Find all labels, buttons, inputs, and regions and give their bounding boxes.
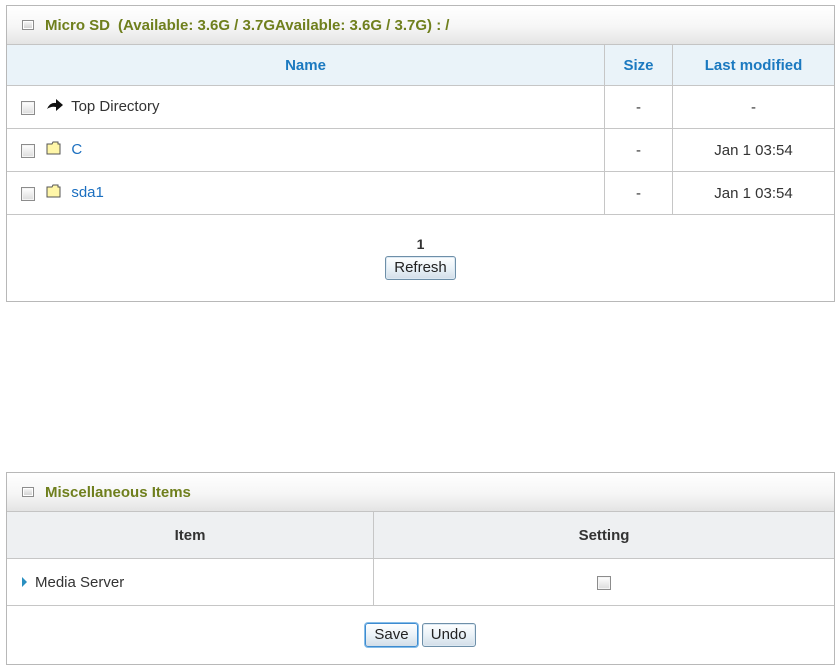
column-header-setting: Setting (373, 512, 834, 559)
folder-icon[interactable] (45, 183, 65, 199)
media-server-checkbox[interactable] (597, 575, 611, 590)
folder-link-sda1[interactable]: sda1 (71, 184, 104, 201)
misc-table: Item Setting Media Server Save Undo (7, 512, 834, 664)
row-checkbox[interactable] (21, 100, 35, 115)
column-header-last-modified[interactable]: Last modified (672, 45, 834, 86)
panel-box-icon (22, 20, 34, 30)
column-header-item: Item (7, 512, 374, 559)
row-modified: Jan 1 03:54 (672, 128, 834, 172)
table-row: C - Jan 1 03:54 (7, 128, 834, 172)
file-table: Name Size Last modified Top Directory - … (7, 45, 834, 301)
misc-items-panel: Miscellaneous Items Item Setting Media S… (6, 472, 835, 665)
media-server-label: Media Server (35, 573, 125, 591)
table-row: sda1 - Jan 1 03:54 (7, 171, 834, 215)
refresh-button[interactable]: Refresh (385, 256, 456, 280)
misc-panel-header: Miscellaneous Items (7, 473, 834, 512)
micro-sd-panel: Micro SD (Available: 3.6G / 3.7GAvailabl… (6, 5, 835, 302)
micro-sd-path: / (445, 16, 450, 34)
folder-link-c[interactable]: C (71, 141, 82, 158)
page-number[interactable]: 1 (8, 236, 833, 252)
undo-button[interactable]: Undo (421, 623, 476, 647)
row-size: - (604, 128, 673, 172)
save-button[interactable]: Save (365, 623, 418, 647)
panel-box-icon (22, 487, 34, 497)
column-header-size[interactable]: Size (604, 45, 673, 86)
row-modified: - (672, 85, 834, 129)
row-size: - (604, 85, 673, 129)
row-size: - (604, 171, 673, 215)
micro-sd-title: Micro SD (45, 16, 111, 34)
top-directory-label[interactable]: Top Directory (71, 98, 159, 115)
row-checkbox[interactable] (21, 143, 35, 158)
row-checkbox[interactable] (21, 186, 35, 201)
table-row: Top Directory - - (7, 85, 834, 129)
micro-sd-availability: (Available: 3.6G / 3.7GAvailable: 3.6G /… (118, 16, 442, 34)
misc-title: Miscellaneous Items (45, 483, 191, 501)
column-header-name[interactable]: Name (7, 45, 605, 86)
row-modified: Jan 1 03:54 (672, 171, 834, 215)
bullet-arrow-icon (22, 576, 27, 587)
up-arrow-icon[interactable] (45, 97, 65, 113)
folder-icon[interactable] (45, 140, 65, 156)
micro-sd-panel-header: Micro SD (Available: 3.6G / 3.7GAvailabl… (7, 6, 834, 45)
table-row: Media Server (7, 558, 834, 606)
